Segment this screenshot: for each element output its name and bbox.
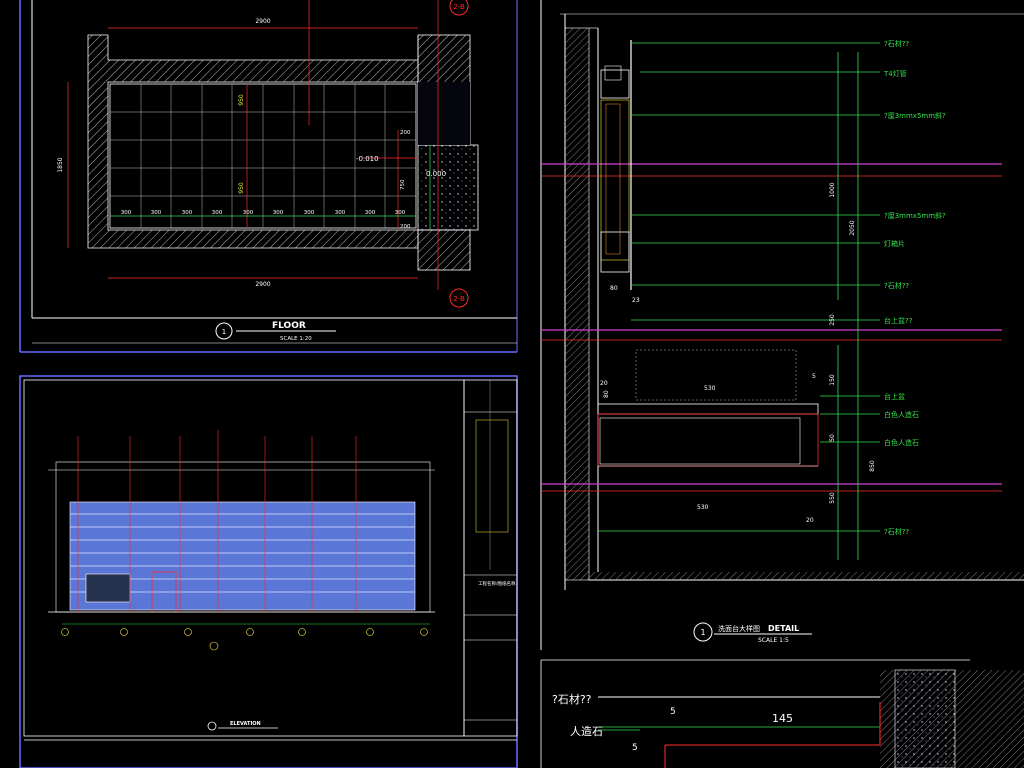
elevation-title-block: ELEVATION bbox=[207, 721, 278, 731]
dim-right-1: 200 bbox=[400, 130, 411, 136]
level-marker-b: 0.000 bbox=[426, 170, 446, 178]
detail-scale: SCALE 1:5 bbox=[758, 637, 789, 644]
detail-title-en: DETAIL bbox=[768, 624, 799, 633]
svg-text:300: 300 bbox=[395, 210, 406, 216]
detail-title-block: 1 洗面台大样图 DETAIL SCALE 1:5 bbox=[693, 622, 812, 644]
svg-text:80: 80 bbox=[610, 285, 618, 292]
svg-text:850: 850 bbox=[869, 460, 876, 472]
svg-text:2-B: 2-B bbox=[453, 295, 465, 303]
dim-mid: 950 bbox=[238, 94, 245, 106]
svg-text:250: 250 bbox=[829, 314, 836, 326]
svg-text:300: 300 bbox=[335, 210, 346, 216]
svg-text:20: 20 bbox=[806, 517, 814, 524]
floor-plan-panel: 2900 2900 1850 950 950 300 300 300 300 3… bbox=[19, 0, 518, 353]
dim-right-2: 750 bbox=[400, 179, 406, 190]
floor-title-block: 1 FLOOR SCALE 1:20 bbox=[215, 321, 336, 342]
svg-text:23: 23 bbox=[632, 297, 640, 304]
detail-panel: ?石材?? T4灯管 ?厘3mmx5mm斜? ?厘3mmx5mm斜? 灯箱片 ?… bbox=[540, 0, 1024, 650]
dim-bottom: 2900 bbox=[255, 281, 270, 288]
bottom-label-stone: ?石材?? bbox=[552, 692, 592, 706]
svg-text:300: 300 bbox=[304, 210, 315, 216]
dim-left: 1850 bbox=[57, 157, 64, 172]
svg-text:2-B: 2-B bbox=[453, 3, 465, 11]
svg-text:白色人造石: 白色人造石 bbox=[884, 410, 919, 419]
bottom-dim-5a: 5 bbox=[670, 707, 676, 717]
svg-text:T4灯管: T4灯管 bbox=[883, 69, 907, 78]
svg-text:150: 150 bbox=[829, 374, 836, 386]
svg-text:?厘3mmx5mm斜?: ?厘3mmx5mm斜? bbox=[884, 211, 946, 220]
elevation-title: ELEVATION bbox=[230, 721, 261, 727]
svg-text:台上盆??: 台上盆?? bbox=[884, 316, 913, 325]
detail-label-list: ?石材?? T4灯管 ?厘3mmx5mm斜? ?厘3mmx5mm斜? 灯箱片 ?… bbox=[883, 39, 946, 536]
svg-text:?石材??: ?石材?? bbox=[884, 527, 909, 536]
svg-text:?厘3mmx5mm斜?: ?厘3mmx5mm斜? bbox=[884, 111, 946, 120]
svg-text:1: 1 bbox=[700, 628, 705, 637]
svg-text:20: 20 bbox=[600, 380, 608, 387]
bottom-label-artificial: 人造石 bbox=[570, 724, 603, 738]
svg-text:300: 300 bbox=[243, 210, 254, 216]
detail-title-cn: 洗面台大样图 bbox=[718, 624, 760, 633]
svg-text:550: 550 bbox=[829, 492, 836, 504]
svg-text:300: 300 bbox=[365, 210, 376, 216]
svg-text:530: 530 bbox=[697, 504, 709, 511]
section-marker-bottom: 2-B bbox=[449, 288, 469, 308]
svg-text:300: 300 bbox=[121, 210, 132, 216]
bottom-dim-145: 145 bbox=[772, 712, 793, 725]
svg-text:灯箱片: 灯箱片 bbox=[884, 239, 905, 248]
floor-scale: SCALE 1:20 bbox=[280, 336, 312, 342]
bottom-dim-5b: 5 bbox=[632, 743, 638, 753]
dim-top: 2900 bbox=[255, 18, 270, 25]
svg-text:?石材??: ?石材?? bbox=[884, 39, 909, 48]
svg-text:530: 530 bbox=[704, 385, 716, 392]
svg-text:300: 300 bbox=[182, 210, 193, 216]
dim-right-3: 200 bbox=[400, 224, 411, 230]
svg-text:300: 300 bbox=[273, 210, 284, 216]
detail-dimensions: 1000 2050 250 150 50 550 850 80 23 530 5… bbox=[600, 182, 876, 524]
svg-text:50: 50 bbox=[829, 434, 836, 442]
svg-text:2050: 2050 bbox=[849, 220, 856, 235]
dim-lower: 950 bbox=[238, 182, 245, 194]
svg-text:白色人造石: 白色人造石 bbox=[884, 438, 919, 447]
svg-text:80: 80 bbox=[603, 390, 610, 398]
elevation-panel: 工程名称/图纸名称 ELEVATION bbox=[19, 375, 518, 768]
floor-title: FLOOR bbox=[272, 321, 306, 331]
svg-text:5: 5 bbox=[812, 373, 816, 380]
title-block-note: 工程名称/图纸名称 bbox=[478, 580, 516, 587]
svg-text:1: 1 bbox=[222, 328, 226, 336]
level-marker-a: -0.010 bbox=[356, 155, 379, 163]
svg-text:300: 300 bbox=[151, 210, 162, 216]
svg-text:台上盆: 台上盆 bbox=[884, 392, 905, 401]
cad-drawing-canvas: 2900 2900 1850 950 950 300 300 300 300 3… bbox=[19, 0, 1024, 768]
bottom-detail-panel: ?石材?? 人造石 145 5 5 bbox=[540, 659, 1024, 768]
svg-text:300: 300 bbox=[212, 210, 223, 216]
section-marker-top: 2-B bbox=[449, 0, 469, 16]
svg-text:1000: 1000 bbox=[829, 182, 836, 197]
svg-text:?石材??: ?石材?? bbox=[884, 281, 909, 290]
